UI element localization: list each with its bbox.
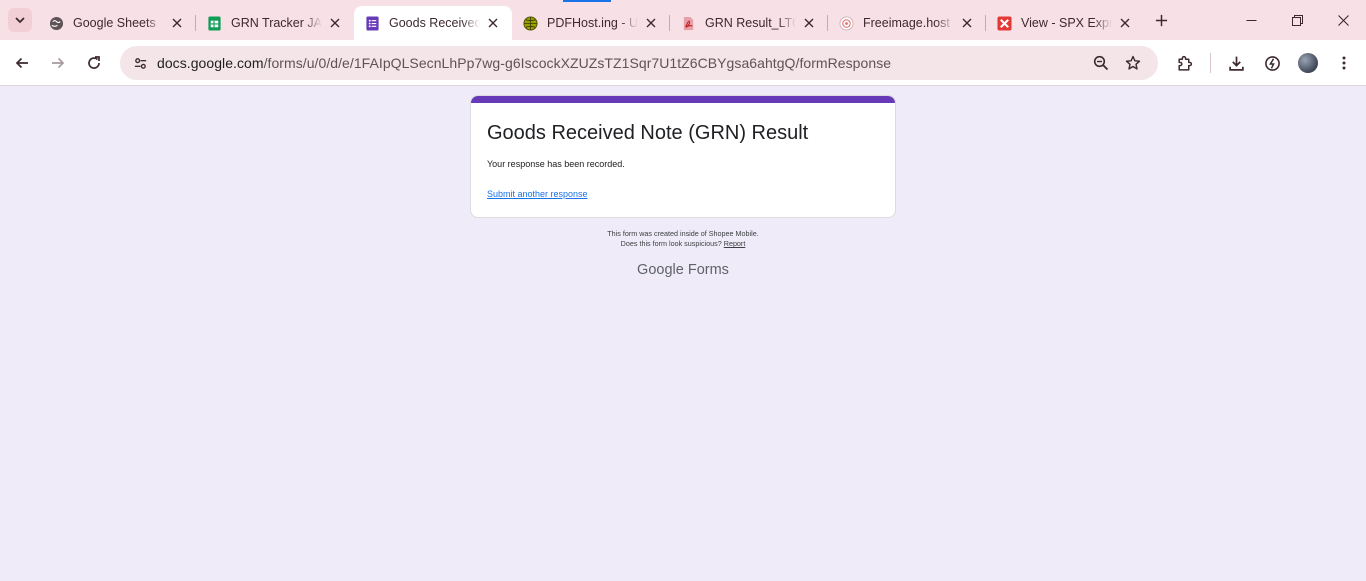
tab-title: Google Sheets [73,16,156,30]
spx-icon [996,15,1012,31]
download-icon [1228,56,1244,71]
back-button[interactable] [8,49,36,77]
suspicious-note: Does this form look suspicious? Report [470,239,896,248]
toolbar-divider [1210,53,1211,73]
tab-grn-tracker[interactable]: GRN Tracker JAT [196,6,354,40]
close-icon[interactable] [642,14,660,32]
form-accent-bar [471,96,895,103]
chevron-down-icon [15,17,25,24]
tab-grn-result-pdf[interactable]: GRN Result_LT0F [670,6,828,40]
tab-spx-express[interactable]: View - SPX Expre [986,6,1144,40]
arrow-right-icon [52,57,65,69]
puzzle-icon [1177,55,1192,71]
plus-icon [1155,14,1167,26]
arrow-left-icon [15,57,28,69]
close-icon[interactable] [1116,14,1134,32]
tab-title: View - SPX Expre [1021,16,1112,30]
form-title: Goods Received Note (GRN) Result [487,122,809,144]
menu-button[interactable] [1333,52,1355,74]
form-origin-note: This form was created inside of Shopee M… [607,229,759,238]
performance-button[interactable] [1261,52,1283,74]
zoom-out-icon [1093,55,1109,71]
forward-button[interactable] [44,49,72,77]
zoom-button[interactable] [1091,53,1111,73]
google-forms-logo[interactable]: Google Forms [470,262,896,278]
tab-title: Freeimage.host [863,16,950,30]
close-icon[interactable] [958,14,976,32]
url-domain: docs.google.com [157,55,264,71]
sheets-icon [206,15,222,31]
close-window-button[interactable] [1320,0,1366,40]
freeimage-icon [838,15,854,31]
confirmation-message: Your response has been recorded. [487,159,625,169]
submit-another-link[interactable]: Submit another response [487,189,588,199]
tab-freeimage[interactable]: Freeimage.host [828,6,986,40]
restore-button[interactable] [1274,0,1320,40]
star-icon [1125,55,1141,70]
report-link[interactable]: Report [724,239,746,248]
minimize-button[interactable] [1228,0,1274,40]
suspicious-text: Does this form look suspicious? [620,239,722,248]
close-icon[interactable] [168,14,186,32]
tab-pdfhost[interactable]: PDFHost.ing - Up [512,6,670,40]
tab-google-sheets[interactable]: Google Sheets [38,6,196,40]
bookmark-button[interactable] [1123,53,1143,73]
reload-icon [88,56,100,69]
form-confirmation-card: Goods Received Note (GRN) Result Your re… [470,95,896,218]
close-icon[interactable] [326,14,344,32]
url-text[interactable]: docs.google.com/forms/u/0/d/e/1FAIpQLSec… [157,55,891,71]
more-vert-icon [1342,56,1346,70]
google-wordmark: Google [637,262,684,278]
tab-search-button[interactable] [8,8,32,32]
tab-goods-received[interactable]: Goods Received [354,6,512,40]
downloads-button[interactable] [1225,52,1247,74]
close-icon[interactable] [484,14,502,32]
tab-group-indicator [563,0,611,2]
profile-avatar[interactable] [1298,53,1318,73]
tab-list: Google Sheets GRN Tracker JAT Goods Rece… [38,6,1144,40]
tune-icon [134,57,146,69]
pdf-icon [680,15,696,31]
extensions-button[interactable] [1173,52,1195,74]
tab-title: GRN Tracker JAT [231,16,322,30]
tab-strip: Google Sheets GRN Tracker JAT Goods Rece… [0,0,1366,40]
tab-title: Goods Received [389,16,480,30]
speed-icon [1264,55,1280,71]
browser-toolbar: docs.google.com/forms/u/0/d/e/1FAIpQLSec… [0,40,1366,86]
tab-title: PDFHost.ing - Up [547,16,638,30]
url-path: /forms/u/0/d/e/1FAIpQLSecnLhPp7wg-g6Isco… [263,55,892,71]
close-icon [1337,14,1349,26]
tab-title: GRN Result_LT0F [705,16,796,30]
reload-button[interactable] [80,49,108,77]
close-icon[interactable] [800,14,818,32]
forms-icon [364,15,380,31]
address-bar[interactable]: docs.google.com/forms/u/0/d/e/1FAIpQLSec… [120,46,1158,80]
globe-icon [522,15,538,31]
restore-icon [1291,14,1303,26]
site-info-button[interactable] [128,51,152,75]
globe-icon [48,15,64,31]
minimize-icon [1246,19,1256,21]
forms-wordmark: Forms [687,262,729,278]
new-tab-button[interactable] [1151,10,1171,30]
